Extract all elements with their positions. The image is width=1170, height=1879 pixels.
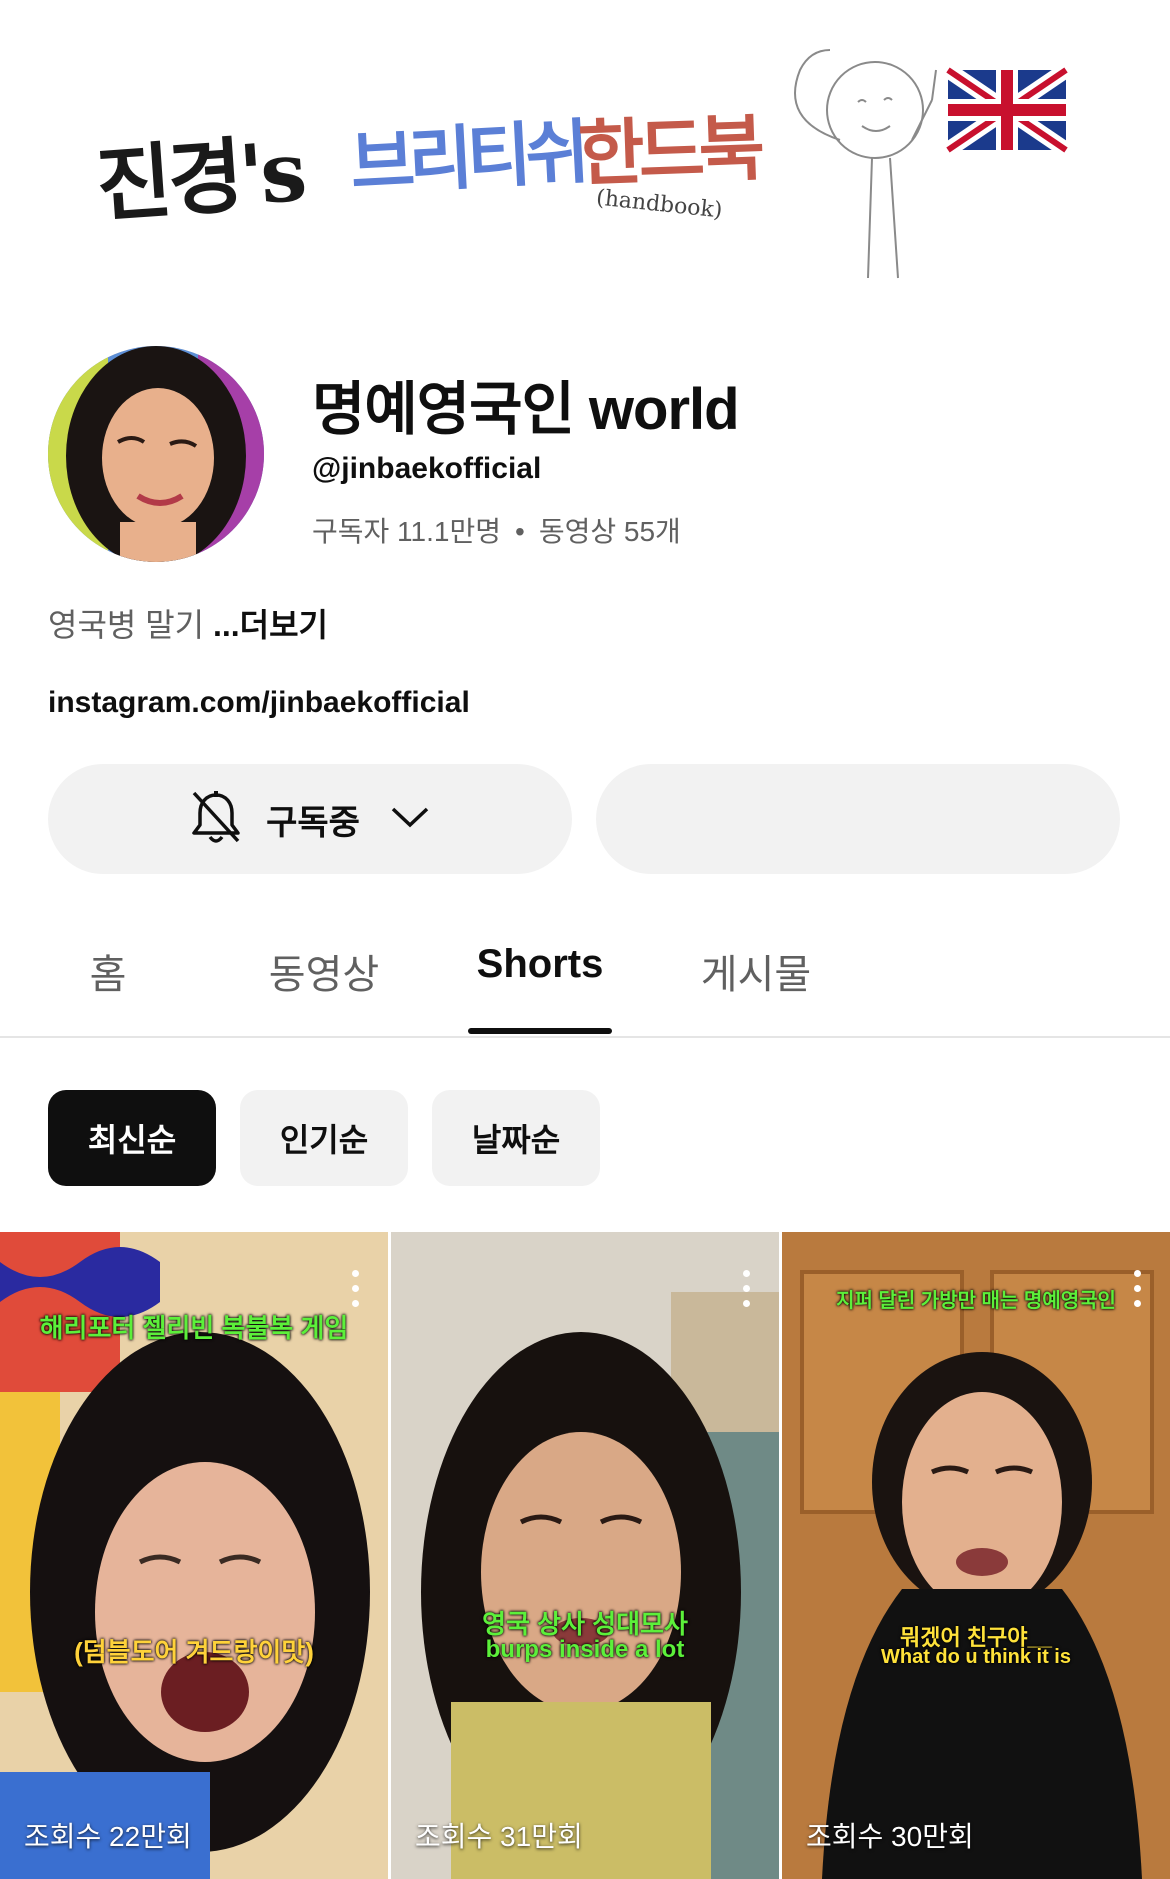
tab-home[interactable]: 홈 [0,942,216,1000]
more-options-icon[interactable] [743,1270,753,1312]
short-thumbnail [391,1232,779,1879]
short-card[interactable]: 해리포터 젤리빈 복불복 게임 (덤블도어 겨드랑이맛) 조회수 22만회 [0,1232,388,1879]
more-options-icon[interactable] [352,1270,362,1312]
tab-videos[interactable]: 동영상 [216,942,432,1000]
chip-oldest[interactable]: 날짜순 [432,1090,600,1186]
banner-title-part1: 진경's [93,123,306,235]
bell-off-icon [190,789,242,850]
channel-banner: 진경's 브리티쉬 한드북 (handbook) [0,0,1170,290]
active-tab-indicator [468,1028,612,1034]
short-caption-top: 지퍼 달린 가방만 매는 명예영국인 [836,1290,1116,1312]
more-link[interactable]: ...더보기 [213,607,328,643]
video-count: 동영상 55개 [538,516,681,547]
banner-title-part3: 한드북 [576,104,761,197]
channel-handle: @jinbaekofficial [312,452,542,485]
stick-figure-drawing [794,49,937,279]
short-card[interactable]: 지퍼 달린 가방만 매는 명예영국인 뭐겠어 친구야__ What do u t… [782,1232,1170,1879]
channel-link[interactable]: instagram.com/jinbaekofficial [48,686,470,720]
short-caption-bottom: (덤블도어 겨드랑이맛) [74,1637,314,1667]
short-view-count: 조회수 30만회 [806,1821,974,1852]
channel-name: 명예영국인 world [312,377,740,442]
uk-flag-icon [943,63,1071,157]
tab-posts[interactable]: 게시물 [648,942,864,1000]
short-view-count: 조회수 22만회 [24,1821,192,1852]
short-view-count: 조회수 31만회 [415,1821,583,1852]
short-thumbnail [782,1232,1170,1879]
avatar-image [48,346,264,562]
chip-latest[interactable]: 최신순 [48,1090,216,1186]
subscribed-label: 구독중 [266,803,360,842]
subscribed-button[interactable]: 구독중 [48,764,572,874]
channel-avatar[interactable] [48,346,264,562]
chip-popular[interactable]: 인기순 [240,1090,408,1186]
short-caption-bottom: burps inside a lot [485,1636,685,1663]
banner-title-part2: 브리티쉬 [348,109,586,206]
channel-tabs: 홈 동영상 Shorts 게시물 [0,920,1170,1038]
channel-stats: 구독자 11.1만명 • 동영상 55개 [312,510,681,550]
separator-dot: • [515,516,525,547]
subscriber-count: 구독자 11.1만명 [312,516,501,547]
short-caption-top: 해리포터 젤리빈 복불복 게임 [39,1313,349,1343]
short-caption-mid2: What do u think it is [881,1646,1071,1668]
description-text: 영국병 말기 [48,607,205,643]
secondary-action-button[interactable] [596,764,1120,874]
chevron-down-icon [390,805,430,834]
channel-description[interactable]: 영국병 말기 ...더보기 [48,600,328,646]
short-card[interactable]: 영국 상사 성대모사 burps inside a lot 조회수 31만회 [391,1232,779,1879]
tab-shorts[interactable]: Shorts [432,942,648,987]
